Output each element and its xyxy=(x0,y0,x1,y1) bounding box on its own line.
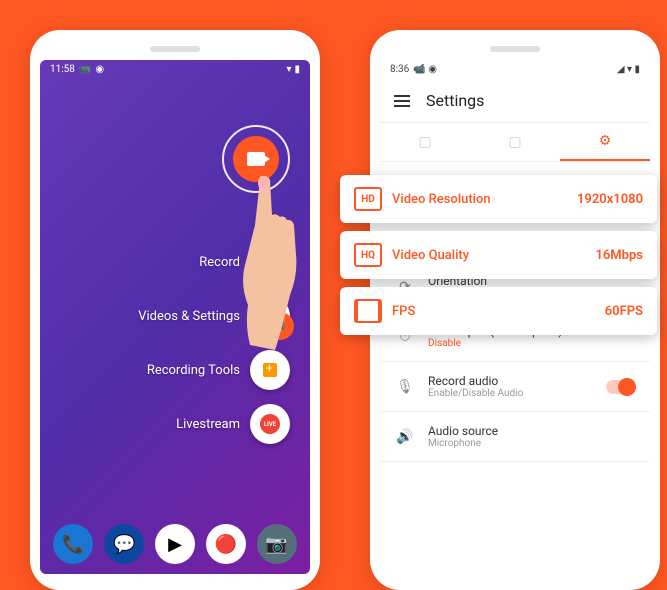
tab-1[interactable]: ▢ xyxy=(380,123,470,161)
status-time: 11:58 xyxy=(50,64,75,75)
camera-icon xyxy=(263,257,277,267)
dock-chrome[interactable]: 🔴 xyxy=(206,524,246,564)
phone-speaker xyxy=(150,46,200,52)
hq-icon: HQ xyxy=(354,243,382,267)
app-header: Settings xyxy=(380,79,650,123)
home-screen: 11:58 📹 ◉ ▾ ▮ Record Videos & Settings 📹 xyxy=(40,60,310,574)
microphone-icon: 🎙 xyxy=(396,379,414,395)
card-resolution[interactable]: HD Video Resolution 1920x1080 xyxy=(340,175,657,223)
live-icon: LIVE xyxy=(260,414,280,434)
setting-audio-source[interactable]: 🔊 Audio source Microphone xyxy=(380,412,650,462)
tab-2[interactable]: ▢ xyxy=(470,123,560,161)
tab-settings[interactable]: ⚙ xyxy=(560,123,650,161)
toolbox-icon xyxy=(263,363,277,377)
audio-toggle[interactable] xyxy=(606,380,634,394)
dock-play-store[interactable]: ▶ xyxy=(155,524,195,564)
fab-livestream[interactable]: Livestream LIVE xyxy=(176,404,290,444)
wifi-icon: ◢ ▾ ▮ xyxy=(617,64,640,75)
camera-icon xyxy=(247,152,265,166)
status-time: 8:36 xyxy=(390,64,409,75)
hd-icon: HD xyxy=(354,187,382,211)
menu-icon[interactable] xyxy=(394,95,410,107)
status-icon: 📹 ◉ xyxy=(413,64,437,75)
fab-record[interactable]: Record xyxy=(199,242,290,282)
feature-cards: HD Video Resolution 1920x1080 HQ Video Q… xyxy=(340,175,657,335)
status-icon: ◉ xyxy=(95,64,104,75)
fab-videos-settings[interactable]: Videos & Settings 📹 xyxy=(138,296,290,336)
tabs: ▢ ▢ ⚙ xyxy=(380,123,650,162)
dock-phone[interactable]: 📞 xyxy=(53,524,93,564)
wifi-icon: ▾ xyxy=(286,64,291,75)
setting-record-audio[interactable]: 🎙 Record audio Enable/Disable Audio xyxy=(380,362,650,412)
status-bar: 8:36 📹 ◉ ◢ ▾ ▮ xyxy=(380,60,650,79)
battery-icon: ▮ xyxy=(294,64,300,75)
dock-camera[interactable]: 📷 xyxy=(257,524,297,564)
record-button[interactable] xyxy=(222,125,290,193)
film-icon xyxy=(354,299,382,323)
card-quality[interactable]: HQ Video Quality 16Mbps xyxy=(340,231,657,279)
card-fps[interactable]: FPS 60FPS xyxy=(340,287,657,335)
dock: 📞 💬 ▶ 🔴 📷 xyxy=(40,524,310,564)
dock-messages[interactable]: 💬 xyxy=(104,524,144,564)
fab-menu: Record Videos & Settings 📹 Recording Too… xyxy=(138,242,290,444)
status-recording-icon: 📹 xyxy=(79,64,91,75)
speaker-icon: 🔊 xyxy=(396,429,414,445)
fab-tools[interactable]: Recording Tools xyxy=(147,350,290,390)
phone-speaker xyxy=(490,46,540,52)
phone-left: 11:58 📹 ◉ ▾ ▮ Record Videos & Settings 📹 xyxy=(30,30,320,590)
page-title: Settings xyxy=(426,91,484,110)
status-bar: 11:58 📹 ◉ ▾ ▮ xyxy=(40,60,310,79)
